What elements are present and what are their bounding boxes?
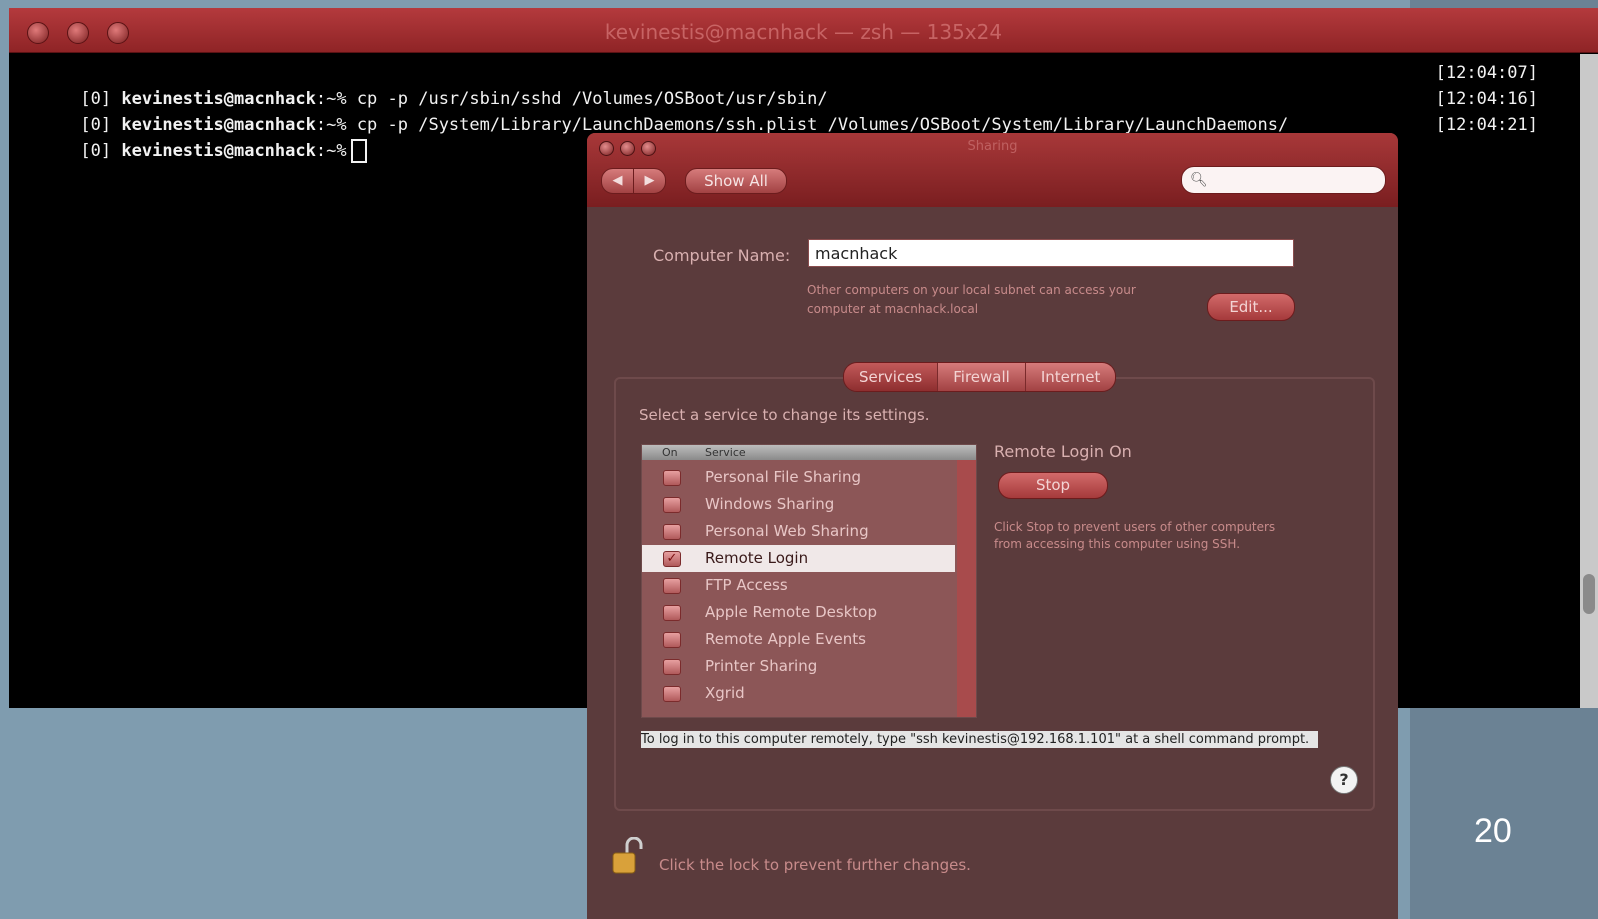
service-row[interactable]: Windows Sharing — [642, 491, 955, 518]
tab-internet[interactable]: Internet — [1025, 363, 1116, 391]
header-service[interactable]: Service — [705, 445, 746, 460]
timestamp: [12:04:16] — [1435, 89, 1538, 109]
lock-label: Click the lock to prevent further change… — [659, 856, 971, 874]
back-button[interactable]: ◀ — [601, 168, 634, 194]
tab-services[interactable]: Services — [844, 363, 939, 391]
terminal-line: [0] kevinestis@macnhack:~% cp -p /System… — [19, 86, 1538, 135]
search-field[interactable]: 🔍︎ — [1181, 166, 1386, 194]
computer-name-field[interactable]: macnhack — [808, 239, 1294, 267]
checkbox[interactable] — [663, 659, 681, 675]
service-row[interactable]: FTP Access — [642, 572, 955, 599]
lock-icon[interactable] — [611, 837, 643, 877]
header-on[interactable]: On — [662, 445, 678, 460]
service-name: Xgrid — [705, 684, 745, 702]
terminal-scrollbar[interactable] — [1580, 54, 1598, 708]
tab-firewall[interactable]: Firewall — [938, 363, 1026, 391]
service-name: Personal File Sharing — [705, 468, 861, 486]
help-button[interactable]: ? — [1330, 766, 1358, 794]
sharing-window: Sharing ◀ ▶ Show All 🔍︎ Computer Name: m… — [587, 133, 1398, 919]
checkbox[interactable] — [663, 578, 681, 594]
window-title: Sharing — [967, 139, 1018, 154]
service-row[interactable]: Apple Remote Desktop — [642, 599, 955, 626]
timestamp: [12:04:21] — [1435, 115, 1538, 135]
service-row[interactable]: Remote Apple Events — [642, 626, 955, 653]
checkbox[interactable] — [663, 524, 681, 540]
prompt-user: kevinestis@macnhack — [121, 141, 316, 161]
services-list: On Service Personal File Sharing Windows … — [641, 444, 977, 718]
select-service-prompt: Select a service to change its settings. — [639, 406, 930, 424]
remote-login-hint: To log in to this computer remotely, typ… — [641, 731, 1318, 748]
terminal-line: [0] kevinestis@macnhack:~% cp -p /usr/sb… — [19, 60, 1538, 109]
service-row[interactable]: Personal File Sharing — [642, 464, 955, 491]
service-name: Remote Login — [705, 549, 809, 567]
service-name: Personal Web Sharing — [705, 522, 869, 540]
prompt-cwd: :~% — [315, 141, 347, 161]
service-name: Apple Remote Desktop — [705, 603, 877, 621]
computer-name-label: Computer Name: — [653, 246, 791, 265]
scrollbar-thumb[interactable] — [1583, 574, 1595, 614]
service-name: Windows Sharing — [705, 495, 835, 513]
service-row[interactable]: ✓ Remote Login — [642, 545, 955, 572]
show-all-button[interactable]: Show All — [685, 168, 787, 194]
service-name: Printer Sharing — [705, 657, 818, 675]
service-status-title: Remote Login On — [994, 442, 1132, 461]
edit-button[interactable]: Edit... — [1207, 293, 1295, 321]
list-scrollbar[interactable] — [957, 460, 976, 717]
service-row[interactable]: Xgrid — [642, 680, 955, 707]
service-row[interactable]: Printer Sharing — [642, 653, 955, 680]
timestamp: [12:04:07] — [1435, 63, 1538, 83]
checkbox[interactable] — [663, 470, 681, 486]
service-name: FTP Access — [705, 576, 788, 594]
checkbox[interactable] — [663, 632, 681, 648]
tab-bar: Services Firewall Internet — [843, 362, 1117, 392]
checkbox[interactable] — [663, 605, 681, 621]
forward-button[interactable]: ▶ — [633, 168, 666, 194]
search-icon: 🔍︎ — [1190, 172, 1208, 188]
list-header: On Service — [642, 445, 976, 460]
service-status-note: Click Stop to prevent users of other com… — [994, 520, 1276, 551]
checkbox[interactable] — [663, 686, 681, 702]
checkbox-checked[interactable]: ✓ — [663, 551, 681, 567]
sharing-toolbar: Sharing ◀ ▶ Show All 🔍︎ — [587, 133, 1398, 207]
terminal-title: kevinestis@macnhack — zsh — 135x24 — [604, 20, 1003, 44]
service-row[interactable]: Personal Web Sharing — [642, 518, 955, 545]
stop-button[interactable]: Stop — [998, 472, 1108, 499]
text-cursor — [350, 139, 367, 163]
terminal-titlebar: kevinestis@macnhack — zsh — 135x24 — [9, 8, 1598, 53]
slide-number: 20 — [1474, 812, 1512, 850]
search-input[interactable] — [1210, 170, 1379, 190]
checkbox[interactable] — [663, 497, 681, 513]
service-name: Remote Apple Events — [705, 630, 866, 648]
terminal-output[interactable]: [0] kevinestis@macnhack:~% cp -p /usr/sb… — [19, 60, 1538, 163]
line-prefix: [0] — [80, 141, 112, 161]
computer-name-note: Other computers on your local subnet can… — [807, 283, 1136, 316]
